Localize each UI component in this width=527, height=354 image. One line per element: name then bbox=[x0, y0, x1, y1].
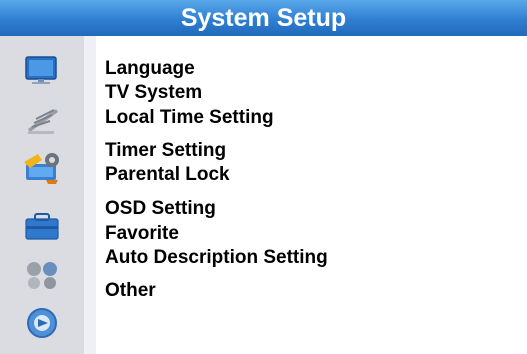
settings-disc-icon[interactable] bbox=[20, 305, 64, 341]
tv-icon[interactable] bbox=[20, 52, 64, 88]
menu-item-favorite[interactable]: Favorite bbox=[105, 222, 179, 246]
media-icon[interactable] bbox=[20, 255, 64, 291]
menu-item-tv-system[interactable]: TV System bbox=[105, 81, 202, 105]
page-title: System Setup bbox=[0, 0, 527, 36]
menu-item-timer-setting[interactable]: Timer Setting bbox=[105, 139, 226, 163]
menu-item-osd-setting[interactable]: OSD Setting bbox=[105, 197, 216, 221]
menu-item-local-time-setting[interactable]: Local Time Setting bbox=[105, 106, 274, 130]
system-setup-icon[interactable] bbox=[20, 150, 64, 186]
antenna-icon[interactable] bbox=[20, 101, 64, 137]
sidebar-divider bbox=[84, 36, 96, 354]
toolbox-icon[interactable] bbox=[20, 207, 64, 243]
menu-item-language[interactable]: Language bbox=[105, 57, 195, 81]
menu-item-parental-lock[interactable]: Parental Lock bbox=[105, 163, 230, 187]
menu-item-auto-description-setting[interactable]: Auto Description Setting bbox=[105, 246, 328, 270]
menu-item-other[interactable]: Other bbox=[105, 279, 156, 303]
